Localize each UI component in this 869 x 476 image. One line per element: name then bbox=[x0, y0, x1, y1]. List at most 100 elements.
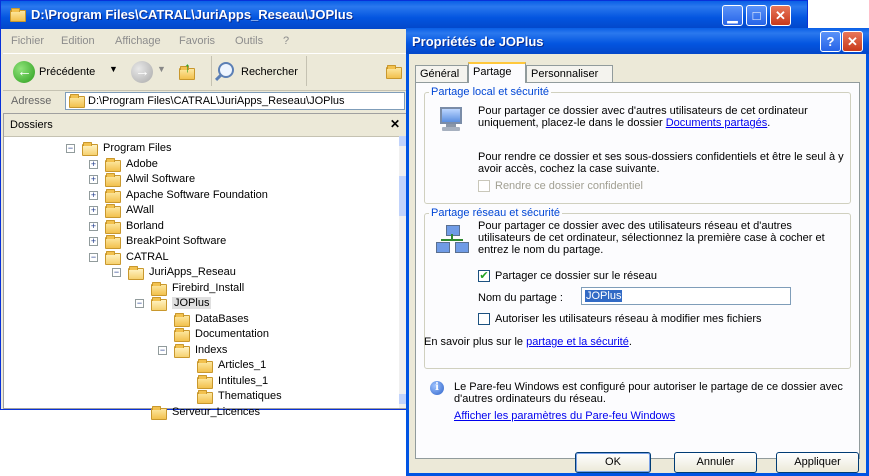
tree-item[interactable]: + Borland bbox=[4, 219, 394, 235]
tree-item-label: JuriApps_Reseau bbox=[149, 266, 236, 278]
folder-icon bbox=[128, 266, 144, 280]
firewall-text: Le Pare-feu Windows est configuré pour a… bbox=[454, 381, 843, 405]
explorer-title: D:\Program Files\CATRAL\JuriApps_Reseau\… bbox=[31, 7, 353, 22]
tree-item[interactable]: + Apache Software Foundation bbox=[4, 188, 394, 204]
share-network-checkbox[interactable]: ✔ bbox=[478, 270, 490, 282]
folder-icon bbox=[151, 297, 167, 311]
tree-item-label: Borland bbox=[126, 219, 164, 232]
collapse-icon[interactable]: − bbox=[158, 345, 167, 355]
folder-icon bbox=[105, 219, 121, 234]
tree-item[interactable]: + BreakPoint Software bbox=[4, 234, 394, 250]
private-checkbox[interactable] bbox=[478, 180, 490, 192]
cancel-button[interactable]: Annuler bbox=[674, 452, 757, 473]
folder-icon bbox=[105, 173, 121, 187]
tree-item[interactable]: + Alwil Software bbox=[4, 172, 394, 188]
tree-item[interactable]: − JuriApps_Reseau bbox=[4, 265, 394, 281]
share-name-input[interactable]: JOPlus bbox=[581, 287, 791, 305]
close-pane-icon[interactable]: ✕ bbox=[390, 117, 400, 131]
forward-arrow-icon[interactable]: → bbox=[131, 61, 153, 83]
tree-item[interactable]: + Adobe bbox=[4, 157, 394, 173]
collapse-icon[interactable]: − bbox=[135, 299, 144, 308]
tree-item[interactable]: − Program Files bbox=[4, 141, 394, 157]
share-network-label[interactable]: Partager ce dossier sur le réseau bbox=[495, 270, 657, 282]
tree-item[interactable]: + AWall bbox=[4, 203, 394, 219]
firewall-settings-link[interactable]: Afficher les paramètres du Pare-feu Wind… bbox=[454, 410, 675, 422]
address-value: D:\Program Files\CATRAL\JuriApps_Reseau\… bbox=[88, 95, 345, 107]
tree-item[interactable]: Serveur_Licences bbox=[4, 405, 394, 421]
explorer-title-bar[interactable]: D:\Program Files\CATRAL\JuriApps_Reseau\… bbox=[1, 1, 807, 29]
local-link-suffix: . bbox=[767, 117, 771, 129]
minimize-button[interactable]: ▁ bbox=[722, 5, 743, 26]
folders-header: Dossiers ✕ bbox=[4, 114, 406, 137]
menu-edition[interactable]: Edition bbox=[61, 35, 95, 47]
back-button-label[interactable]: Précédente bbox=[39, 66, 95, 78]
collapse-icon[interactable]: − bbox=[112, 268, 121, 277]
expand-icon[interactable]: + bbox=[89, 175, 98, 184]
maximize-button[interactable]: □ bbox=[746, 5, 767, 26]
share-name-label: Nom du partage : bbox=[478, 292, 563, 304]
tree-item[interactable]: Documentation bbox=[4, 327, 394, 343]
tree-item[interactable]: Intitules_1 bbox=[4, 374, 394, 390]
collapse-icon[interactable]: − bbox=[66, 144, 75, 153]
learn-more: En savoir plus sur le partage et la sécu… bbox=[424, 336, 632, 348]
address-input[interactable]: D:\Program Files\CATRAL\JuriApps_Reseau\… bbox=[65, 92, 405, 110]
menu-help[interactable]: ? bbox=[283, 35, 289, 47]
tree-item[interactable]: − JOPlus bbox=[4, 296, 394, 312]
tree-item-label: Thematiques bbox=[218, 390, 282, 402]
folder-icon bbox=[174, 328, 190, 342]
private-checkbox-label[interactable]: Rendre ce dossier confidentiel bbox=[495, 180, 643, 192]
collapse-icon[interactable]: − bbox=[89, 252, 98, 262]
tree-item[interactable]: Firebird_Install bbox=[4, 281, 394, 297]
private-text: Pour rendre ce dossier et ses sous-dossi… bbox=[478, 151, 844, 175]
network-group-title: Partage réseau et sécurité bbox=[429, 207, 563, 219]
allow-modify-checkbox[interactable] bbox=[478, 313, 490, 325]
help-button[interactable]: ? bbox=[820, 31, 841, 52]
close-button[interactable]: ✕ bbox=[770, 5, 791, 26]
ok-button[interactable]: OK bbox=[575, 452, 651, 473]
expand-icon[interactable]: + bbox=[89, 237, 98, 246]
menu-affichage[interactable]: Affichage bbox=[115, 35, 161, 47]
apply-button[interactable]: Appliquer bbox=[776, 452, 859, 473]
tree-item-label: AWall bbox=[126, 204, 154, 216]
tree-item[interactable]: DataBases bbox=[4, 312, 394, 328]
expand-icon[interactable]: + bbox=[89, 190, 98, 200]
expand-icon[interactable]: + bbox=[89, 221, 98, 231]
tree-item-label: BreakPoint Software bbox=[126, 235, 227, 247]
tree-item-label: DataBases bbox=[195, 312, 249, 325]
tree-item[interactable]: Thematiques bbox=[4, 389, 394, 405]
back-arrow-icon[interactable]: ← bbox=[13, 61, 35, 83]
tree-item-label: JOPlus bbox=[172, 297, 212, 309]
search-button-label[interactable]: Rechercher bbox=[241, 66, 298, 78]
sharing-security-link[interactable]: partage et la sécurité bbox=[526, 336, 629, 348]
tab-partage[interactable]: Partage bbox=[468, 62, 526, 83]
folder-icon bbox=[105, 250, 121, 265]
forward-dropdown-icon[interactable]: ▼ bbox=[157, 64, 166, 74]
tree-item-label: Adobe bbox=[126, 157, 158, 170]
tree-item[interactable]: Articles_1 bbox=[4, 358, 394, 374]
back-dropdown-icon[interactable]: ▼ bbox=[109, 64, 118, 74]
tab-personnaliser[interactable]: Personnaliser bbox=[526, 65, 613, 82]
folder-icon bbox=[197, 374, 213, 389]
shared-documents-link[interactable]: Documents partagés bbox=[666, 117, 768, 129]
folder-icon bbox=[151, 281, 167, 296]
learn-more-prefix: En savoir plus sur le bbox=[424, 336, 524, 348]
allow-modify-label[interactable]: Autoriser les utilisateurs réseau à modi… bbox=[495, 313, 762, 325]
menu-outils[interactable]: Outils bbox=[235, 35, 263, 47]
folder-up-icon[interactable]: ↑ bbox=[178, 59, 198, 82]
tree-item[interactable]: − CATRAL bbox=[4, 250, 394, 266]
tree-item-label: Firebird_Install bbox=[172, 281, 245, 294]
dialog-close-button[interactable]: ✕ bbox=[842, 31, 863, 52]
expand-icon[interactable]: + bbox=[89, 159, 98, 169]
tree-item-label: Alwil Software bbox=[126, 173, 196, 185]
address-folder-icon bbox=[69, 94, 85, 108]
expand-icon[interactable]: + bbox=[89, 206, 98, 215]
tree-item-label: Apache Software Foundation bbox=[126, 188, 268, 201]
tab-general[interactable]: Général bbox=[415, 65, 468, 82]
menu-favoris[interactable]: Favoris bbox=[179, 35, 215, 47]
tree-item[interactable]: − Indexs bbox=[4, 343, 394, 359]
menu-fichier[interactable]: Fichier bbox=[11, 35, 44, 47]
dialog-title-bar[interactable]: Propriétés de JOPlus ? ✕ bbox=[406, 28, 869, 54]
folders-icon[interactable] bbox=[386, 65, 402, 79]
tree-item-label: Serveur_Licences bbox=[172, 405, 261, 418]
folder-icon bbox=[174, 312, 190, 327]
